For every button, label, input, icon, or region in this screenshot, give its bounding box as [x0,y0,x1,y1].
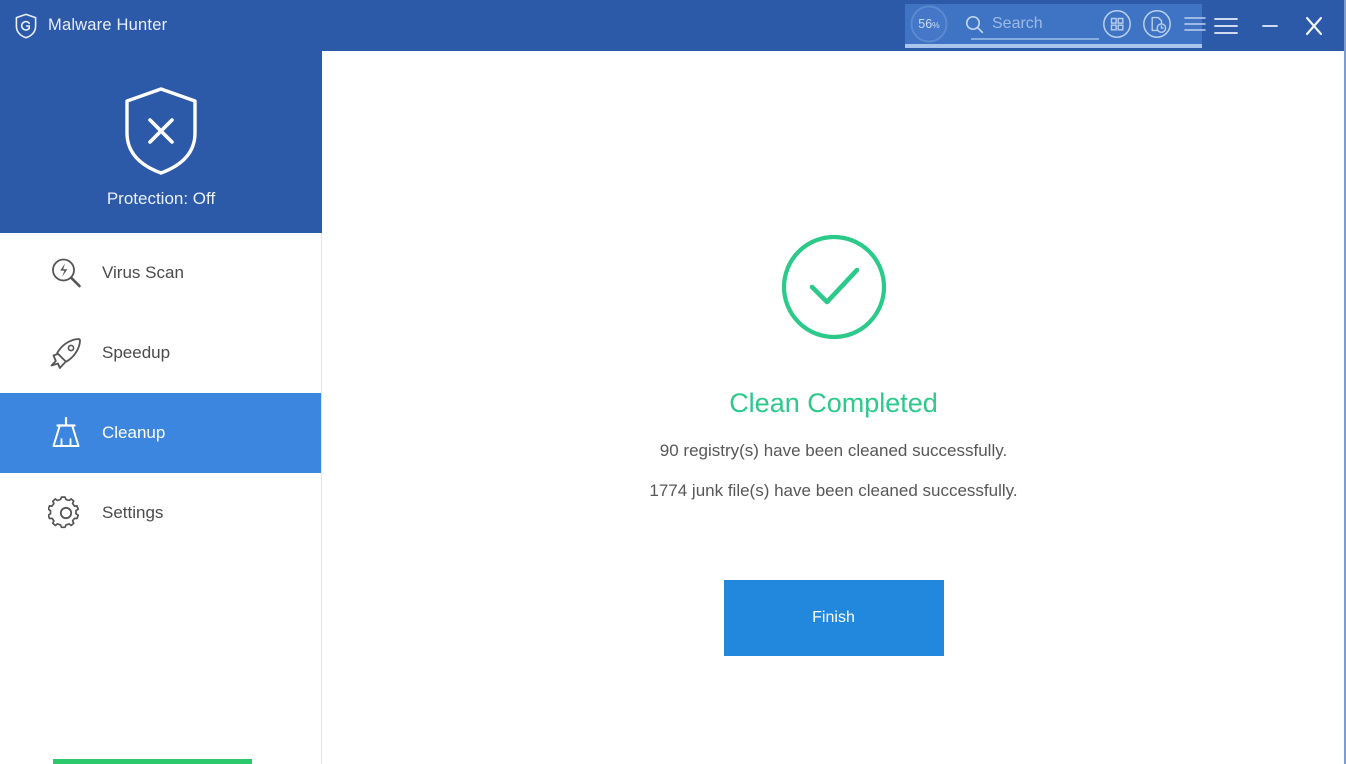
close-icon[interactable] [1292,0,1336,51]
shield-off-icon [109,79,213,183]
rocket-icon [48,335,84,371]
minimize-icon[interactable] [1248,0,1292,51]
broom-icon [48,415,84,451]
grid-apps-icon[interactable] [1102,9,1132,39]
protection-status-panel[interactable]: Protection: Off [0,51,322,233]
app-title: Malware Hunter [48,16,168,34]
toolbar-highlight-region: 56% [905,4,1206,48]
result-line-registry: 90 registry(s) have been cleaned success… [659,441,1008,460]
hamburger-menu-icon[interactable] [1204,0,1248,51]
sidebar-item-settings[interactable]: Settings [0,473,321,553]
app-brand: Malware Hunter [0,0,167,51]
gauge-value: 56% [918,16,940,31]
accent-green-strip [53,759,252,764]
check-circle-icon [779,232,889,342]
virus-scan-icon [48,255,84,291]
sidebar-item-speedup[interactable]: Speedup [0,313,321,393]
protection-status-label: Protection: Off [106,189,216,208]
document-history-icon[interactable] [1142,9,1172,39]
toolbar-hamburger-menu-icon[interactable] [1184,16,1206,32]
shield-g-logo-icon [14,13,38,39]
sidebar: Protection: Off Virus Scan Speedup Clean… [0,51,322,764]
circular-progress-gauge-icon[interactable]: 56% [909,4,949,44]
gear-icon [47,495,84,531]
search-icon [965,15,984,34]
malware-hunter-window: Malware Hunter 56% Search Protection: Of… [0,0,1346,764]
sidebar-item-virus-scan[interactable]: Virus Scan [0,233,321,313]
page-title: Clean Completed [729,388,938,418]
window-controls [1204,0,1336,51]
search-underline [971,38,1099,40]
sidebar-item-label: Speedup [102,343,171,362]
finish-button[interactable]: Finish [723,580,944,656]
sidebar-item-label: Settings [102,503,164,522]
search-box[interactable] [965,7,1099,41]
main-content: Clean Completed 90 registry(s) have been… [323,51,1344,764]
sidebar-item-cleanup[interactable]: Cleanup [0,393,321,473]
sidebar-item-label: Cleanup [102,423,166,442]
title-bar: Malware Hunter 56% [0,0,1344,51]
search-input[interactable] [992,15,1092,33]
result-line-junk-files: 1774 junk file(s) have been cleaned succ… [649,481,1018,500]
sidebar-item-label: Virus Scan [102,263,184,282]
